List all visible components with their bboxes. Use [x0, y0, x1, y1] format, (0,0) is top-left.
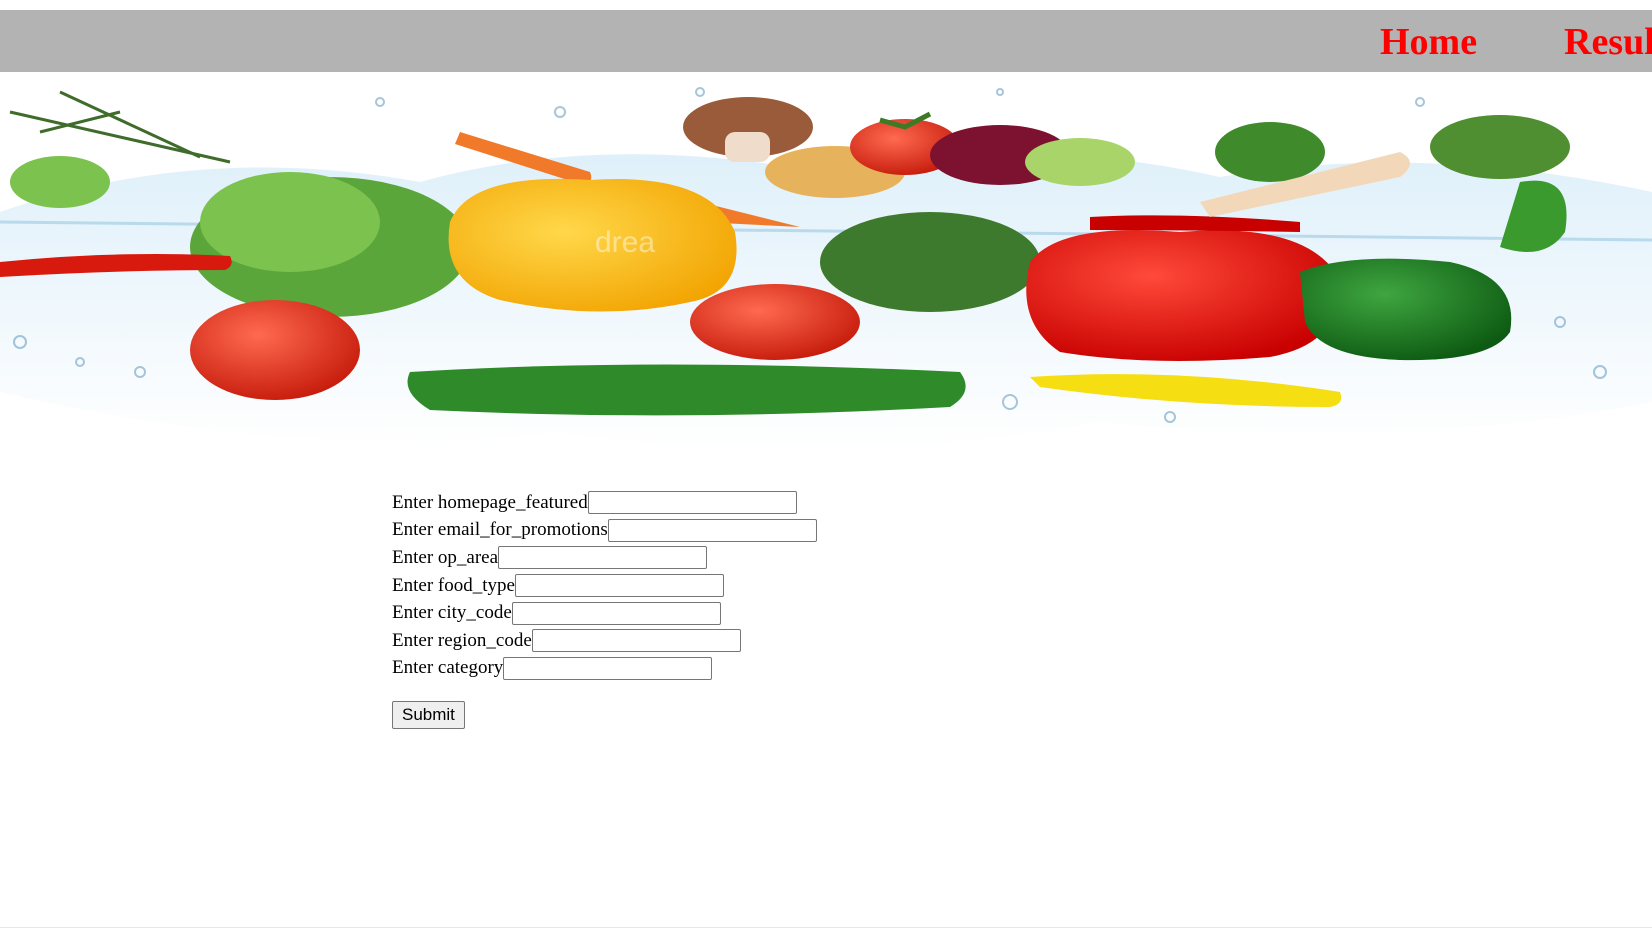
food-type-label: Enter food_type [392, 574, 515, 596]
region-code-label: Enter region_code [392, 629, 532, 651]
vegetables-banner-image: drea [0, 72, 1652, 462]
vegetables-splash-illustration: drea [0, 72, 1652, 462]
form-row-email-for-promotions: Enter email_for_promotions [392, 517, 817, 545]
category-label: Enter category [392, 657, 504, 679]
nav-home-link[interactable]: Home [1380, 20, 1477, 64]
form-row-op-area: Enter op_area [392, 544, 817, 572]
city-code-label: Enter city_code [392, 602, 512, 624]
region-code-input[interactable] [531, 629, 741, 653]
email-for-promotions-label: Enter email_for_promotions [392, 519, 608, 541]
email-for-promotions-input[interactable] [607, 518, 817, 542]
category-input[interactable] [503, 656, 713, 680]
form-row-region-code: Enter region_code [392, 627, 817, 655]
form-row-category: Enter category [392, 655, 817, 683]
homepage-featured-label: Enter homepage_featured [392, 491, 588, 513]
top-navbar: Home Results [0, 10, 1652, 72]
search-form: Enter homepage_featured Enter email_for_… [392, 489, 817, 730]
op-area-input[interactable] [498, 546, 708, 570]
page-bottom-divider [0, 927, 1652, 928]
submit-button[interactable]: Submit [392, 701, 465, 730]
form-row-city-code: Enter city_code [392, 599, 817, 627]
op-area-label: Enter op_area [392, 546, 499, 568]
city-code-input[interactable] [511, 601, 721, 625]
form-row-homepage-featured: Enter homepage_featured [392, 489, 817, 517]
form-row-food-type: Enter food_type [392, 572, 817, 600]
nav-results-link[interactable]: Results [1564, 20, 1652, 64]
homepage-featured-input[interactable] [587, 491, 797, 515]
food-type-input[interactable] [514, 574, 724, 598]
watermark-text: drea [595, 226, 655, 259]
